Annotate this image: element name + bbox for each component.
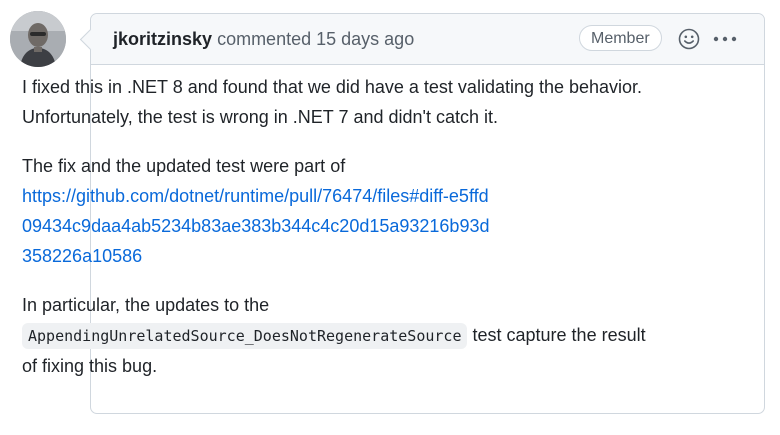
more-options-button[interactable]	[711, 30, 739, 48]
member-badge: Member	[579, 25, 662, 51]
comment-header: jkoritzinsky commented 15 days ago Membe…	[79, 14, 764, 65]
comment-paragraph: In particular, the updates to the Append…	[22, 290, 662, 381]
avatar[interactable]	[10, 11, 66, 67]
comment-body: I fixed this in .NET 8 and found that we…	[22, 72, 662, 400]
avatar-image	[10, 11, 66, 67]
comment-paragraph: The fix and the updated test were part o…	[22, 151, 662, 271]
comment-meta: jkoritzinsky commented 15 days ago	[113, 28, 414, 50]
comment-paragraph: I fixed this in .NET 8 and found that we…	[22, 77, 643, 127]
author-link[interactable]: jkoritzinsky	[113, 29, 212, 49]
paragraph-text: The fix and the updated test were part o…	[22, 156, 346, 176]
smiley-icon	[678, 28, 700, 50]
comment-action: commented	[217, 29, 312, 49]
inline-code: AppendingUnrelatedSource_DoesNotRegenera…	[22, 323, 468, 349]
paragraph-text: In particular, the updates to the	[22, 295, 270, 315]
comment-pointer	[79, 28, 102, 51]
comment-timestamp[interactable]: 15 days ago	[316, 29, 414, 49]
pull-request-link[interactable]: https://github.com/dotnet/runtime/pull/7…	[22, 181, 492, 271]
add-reaction-button[interactable]	[678, 28, 700, 50]
kebab-horizontal-icon	[713, 36, 737, 42]
issue-comment-view: jkoritzinsky commented 15 days ago Membe…	[0, 0, 780, 435]
